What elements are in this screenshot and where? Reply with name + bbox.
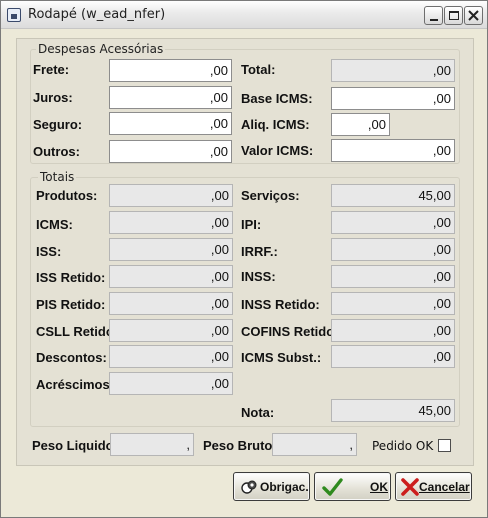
iss-retido-field: ,00	[109, 265, 233, 288]
ok-button[interactable]: OK	[314, 472, 391, 501]
base-icms-label: Base ICMS:	[241, 91, 313, 106]
x-cancel-icon	[401, 478, 419, 496]
outros-label: Outros:	[33, 144, 80, 159]
pis-retido-label: PIS Retido:	[36, 297, 106, 312]
peso-liquido-field: ,	[110, 433, 194, 456]
irrf-field: ,00	[331, 238, 455, 261]
aliq-icms-label: Aliq. ICMS:	[241, 117, 310, 132]
title-bar[interactable]: Rodapé (w_ead_nfer)	[1, 1, 487, 29]
iss-label: ISS:	[36, 244, 62, 259]
juros-field[interactable]: ,00	[109, 86, 232, 109]
iss-field: ,00	[109, 238, 233, 261]
cancelar-button-label: Cancelar	[419, 480, 470, 494]
csll-retido-label: CSLL Retido:	[36, 324, 119, 339]
csll-retido-field: ,00	[109, 319, 233, 342]
iss-retido-label: ISS Retido:	[36, 270, 106, 285]
close-icon	[468, 10, 479, 21]
juros-label: Juros:	[33, 90, 73, 105]
minimize-button[interactable]	[424, 6, 443, 25]
cofins-retido-field: ,00	[331, 319, 455, 342]
nota-field: 45,00	[331, 399, 455, 422]
coins-icon	[241, 480, 257, 494]
peso-liquido-label: Peso Liquido:	[32, 438, 118, 453]
close-button[interactable]	[464, 6, 483, 25]
acrescimos-field: ,00	[109, 372, 233, 395]
inss-field: ,00	[331, 265, 455, 288]
descontos-field: ,00	[109, 345, 233, 368]
servicos-field: 45,00	[331, 184, 455, 207]
descontos-label: Descontos:	[36, 350, 107, 365]
ipi-label: IPI:	[241, 217, 262, 232]
servicos-label: Serviços:	[241, 188, 300, 203]
frete-label: Frete:	[33, 62, 70, 77]
minimize-icon	[429, 19, 438, 21]
peso-bruto-field: ,	[272, 433, 357, 456]
maximize-icon	[448, 11, 459, 20]
nota-label: Nota:	[241, 405, 275, 420]
seguro-field[interactable]: ,00	[109, 112, 232, 135]
obrigac-button[interactable]: Obrigac.	[233, 472, 310, 501]
produtos-field: ,00	[109, 184, 233, 207]
pis-retido-field: ,00	[109, 292, 233, 315]
inss-retido-label: INSS Retido:	[241, 297, 320, 312]
inss-label: INSS:	[241, 269, 276, 284]
maximize-button[interactable]	[444, 6, 463, 25]
main-window: Rodapé (w_ead_nfer) Despesas Acessórias …	[0, 0, 488, 518]
icms-label: ICMS:	[36, 217, 73, 232]
valor-icms-field[interactable]: ,00	[331, 139, 455, 162]
total-field: ,00	[331, 59, 455, 82]
cofins-retido-label: COFINS Retido:	[241, 324, 339, 339]
irrf-label: IRRF.:	[241, 244, 278, 259]
aliq-icms-field[interactable]: ,00	[331, 113, 390, 136]
rodape-panel: Despesas Acessórias Frete: ,00 Juros: ,0…	[16, 38, 474, 466]
cancelar-button[interactable]: Cancelar	[395, 472, 472, 501]
outros-field[interactable]: ,00	[109, 140, 232, 163]
base-icms-field[interactable]: ,00	[331, 87, 455, 110]
app-window-icon	[7, 8, 21, 22]
window-title: Rodapé (w_ead_nfer)	[28, 7, 166, 22]
checkmark-icon	[322, 478, 343, 496]
icms-field: ,00	[109, 211, 233, 234]
pedido-ok-checkbox[interactable]	[438, 439, 451, 452]
ok-button-label: OK	[370, 480, 388, 494]
seguro-label: Seguro:	[33, 117, 83, 132]
valor-icms-label: Valor ICMS:	[241, 143, 314, 158]
totais-group-title: Totais	[38, 170, 77, 184]
despesas-group-title: Despesas Acessórias	[36, 42, 166, 56]
frete-field[interactable]: ,00	[109, 59, 232, 82]
total-label: Total:	[241, 62, 276, 77]
peso-bruto-label: Peso Bruto:	[203, 438, 277, 453]
ipi-field: ,00	[331, 211, 455, 234]
produtos-label: Produtos:	[36, 188, 98, 203]
inss-retido-field: ,00	[331, 292, 455, 315]
obrigac-button-label: Obrigac.	[260, 480, 309, 494]
acrescimos-label: Acréscimos:	[36, 377, 115, 392]
pedido-ok-label: Pedido OK	[372, 439, 434, 453]
icms-subst-field: ,00	[331, 345, 455, 368]
icms-subst-label: ICMS Subst.:	[241, 350, 322, 365]
